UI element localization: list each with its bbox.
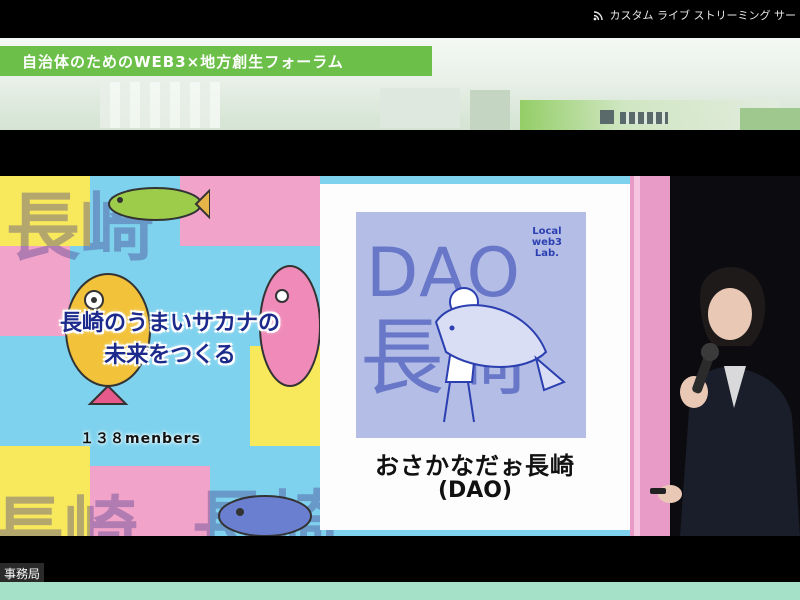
rss-icon	[593, 10, 604, 21]
speaker-video-area	[630, 176, 800, 536]
lab-mark-line: Local	[532, 226, 562, 237]
speaker-caption: 事務局	[0, 563, 45, 584]
fish-mascot-icon	[434, 287, 566, 423]
building-graphic	[470, 90, 510, 130]
organization-type: (DAO)	[437, 478, 513, 503]
local-web3-lab-mark: Local web3 Lab.	[532, 226, 562, 259]
stream-source-label[interactable]: カスタム ライブ ストリーミング サー	[593, 7, 797, 23]
event-banner: 自治体のためのWEB3×地方創生フォーラム	[0, 38, 800, 130]
video-letterbox-bottom	[0, 536, 800, 582]
stream-label-text: カスタム ライブ ストリーミング サー	[609, 9, 797, 22]
building-graphic	[620, 112, 668, 124]
slide-headline-line: 長崎のうまいサカナの	[59, 311, 280, 336]
lab-mark-line: Lab.	[534, 248, 559, 259]
green-hill-graphic	[740, 108, 800, 130]
dao-logo-card: DAO 長崎 Local web3 Lab. おさかなだぉ長崎 (DAO)	[320, 184, 630, 530]
presentation-slide: 長崎 長崎 長崎 長崎のうまいサカナの 未来をつくる １３８menbers DA…	[0, 176, 672, 536]
banner-title: 自治体のためのWEB3×地方創生フォーラム	[0, 46, 432, 76]
lab-mark-line: web3	[531, 237, 562, 248]
background-kanji: 長崎	[0, 489, 138, 536]
top-bar: カスタム ライブ ストリーミング サー	[0, 0, 800, 38]
building-graphic	[380, 88, 460, 128]
slide-headline-line: 未来をつくる	[104, 343, 236, 368]
video-letterbox-top	[0, 130, 800, 176]
fish-illustration-icon	[218, 495, 312, 536]
organization-name: おさかなだぉ長崎	[375, 452, 575, 480]
speaker-figure	[630, 176, 800, 536]
dao-logo: DAO 長崎 Local web3 Lab.	[356, 212, 586, 438]
member-count: １３８menbers	[80, 431, 201, 447]
fish-illustration-icon	[108, 187, 210, 221]
building-graphic	[100, 82, 220, 128]
building-graphic	[600, 110, 614, 124]
footer-bar	[0, 582, 800, 600]
slide-headline: 長崎のうまいサカナの 未来をつくる	[0, 308, 340, 372]
